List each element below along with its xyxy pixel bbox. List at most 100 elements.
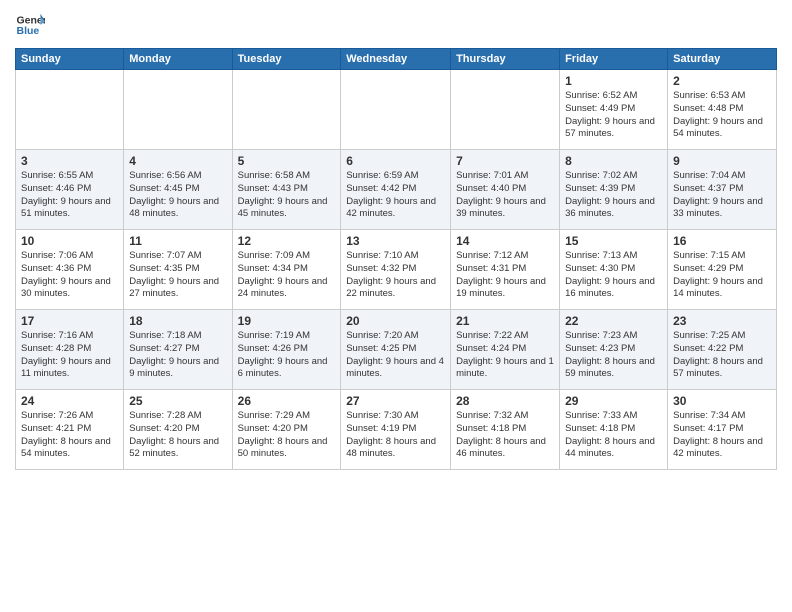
logo: General Blue <box>15 10 45 40</box>
calendar-cell: 14 Sunrise: 7:12 AM Sunset: 4:31 PM Dayli… <box>451 230 560 310</box>
day-info: Sunrise: 7:10 AM Sunset: 4:32 PM Dayligh… <box>346 250 445 301</box>
calendar-cell: 22 Sunrise: 7:23 AM Sunset: 4:23 PM Dayli… <box>560 310 668 390</box>
svg-text:Blue: Blue <box>17 25 40 37</box>
calendar-cell <box>16 70 124 150</box>
day-info: Sunrise: 7:34 AM Sunset: 4:17 PM Dayligh… <box>673 410 771 461</box>
calendar-cell: 25 Sunrise: 7:28 AM Sunset: 4:20 PM Dayli… <box>124 390 232 470</box>
calendar-cell <box>124 70 232 150</box>
calendar-cell: 18 Sunrise: 7:18 AM Sunset: 4:27 PM Dayli… <box>124 310 232 390</box>
calendar-cell: 24 Sunrise: 7:26 AM Sunset: 4:21 PM Dayli… <box>16 390 124 470</box>
calendar-cell: 28 Sunrise: 7:32 AM Sunset: 4:18 PM Dayli… <box>451 390 560 470</box>
calendar-cell: 26Sunrise: 7:29 AM Sunset: 4:20 PM Dayli… <box>232 390 341 470</box>
calendar-cell: 4 Sunrise: 6:56 AM Sunset: 4:45 PM Daylig… <box>124 150 232 230</box>
calendar-cell: 21Sunrise: 7:22 AM Sunset: 4:24 PM Dayli… <box>451 310 560 390</box>
day-info: Sunrise: 7:19 AM Sunset: 4:26 PM Dayligh… <box>238 330 336 381</box>
calendar-cell: 3Sunrise: 6:55 AM Sunset: 4:46 PM Daylig… <box>16 150 124 230</box>
day-info: Sunrise: 7:09 AM Sunset: 4:34 PM Dayligh… <box>238 250 336 301</box>
day-info: Sunrise: 7:15 AM Sunset: 4:29 PM Dayligh… <box>673 250 771 301</box>
column-header-thursday: Thursday <box>451 49 560 70</box>
calendar-week-4: 24 Sunrise: 7:26 AM Sunset: 4:21 PM Dayli… <box>16 390 777 470</box>
day-number: 1 <box>565 74 662 88</box>
calendar-cell: 19 Sunrise: 7:19 AM Sunset: 4:26 PM Dayli… <box>232 310 341 390</box>
calendar-week-2: 10 Sunrise: 7:06 AM Sunset: 4:36 PM Dayli… <box>16 230 777 310</box>
day-info: Sunrise: 7:32 AM Sunset: 4:18 PM Dayligh… <box>456 410 554 461</box>
day-number: 15 <box>565 234 662 248</box>
day-info: Sunrise: 7:18 AM Sunset: 4:27 PM Dayligh… <box>129 330 226 381</box>
day-number: 22 <box>565 314 662 328</box>
day-info: Sunrise: 7:20 AM Sunset: 4:25 PM Dayligh… <box>346 330 445 381</box>
day-number: 19 <box>238 314 336 328</box>
day-number: 10 <box>21 234 118 248</box>
day-number: 5 <box>238 154 336 168</box>
calendar-cell: 5 Sunrise: 6:58 AM Sunset: 4:43 PM Daylig… <box>232 150 341 230</box>
calendar-cell: 10 Sunrise: 7:06 AM Sunset: 4:36 PM Dayli… <box>16 230 124 310</box>
day-info: Sunrise: 7:23 AM Sunset: 4:23 PM Dayligh… <box>565 330 662 381</box>
day-number: 18 <box>129 314 226 328</box>
column-header-wednesday: Wednesday <box>341 49 451 70</box>
day-info: Sunrise: 7:06 AM Sunset: 4:36 PM Dayligh… <box>21 250 118 301</box>
day-info: Sunrise: 7:13 AM Sunset: 4:30 PM Dayligh… <box>565 250 662 301</box>
calendar-cell: 27 Sunrise: 7:30 AM Sunset: 4:19 PM Dayli… <box>341 390 451 470</box>
calendar-cell: 8Sunrise: 7:02 AM Sunset: 4:39 PM Daylig… <box>560 150 668 230</box>
calendar-cell <box>341 70 451 150</box>
logo-icon: General Blue <box>15 10 45 40</box>
day-info: Sunrise: 7:12 AM Sunset: 4:31 PM Dayligh… <box>456 250 554 301</box>
header: General Blue <box>15 10 777 40</box>
calendar-cell <box>451 70 560 150</box>
day-info: Sunrise: 7:28 AM Sunset: 4:20 PM Dayligh… <box>129 410 226 461</box>
calendar-cell: 7 Sunrise: 7:01 AM Sunset: 4:40 PM Daylig… <box>451 150 560 230</box>
day-number: 2 <box>673 74 771 88</box>
calendar-cell <box>232 70 341 150</box>
day-info: Sunrise: 6:59 AM Sunset: 4:42 PM Dayligh… <box>346 170 445 221</box>
day-number: 30 <box>673 394 771 408</box>
calendar-cell: 12 Sunrise: 7:09 AM Sunset: 4:34 PM Dayli… <box>232 230 341 310</box>
calendar-cell: 17Sunrise: 7:16 AM Sunset: 4:28 PM Dayli… <box>16 310 124 390</box>
day-number: 21 <box>456 314 554 328</box>
day-info: Sunrise: 7:29 AM Sunset: 4:20 PM Dayligh… <box>238 410 336 461</box>
day-number: 8 <box>565 154 662 168</box>
column-header-saturday: Saturday <box>668 49 777 70</box>
day-info: Sunrise: 7:16 AM Sunset: 4:28 PM Dayligh… <box>21 330 118 381</box>
calendar-cell: 1 Sunrise: 6:52 AM Sunset: 4:49 PM Daylig… <box>560 70 668 150</box>
day-number: 11 <box>129 234 226 248</box>
day-info: Sunrise: 6:55 AM Sunset: 4:46 PM Dayligh… <box>21 170 118 221</box>
day-info: Sunrise: 6:56 AM Sunset: 4:45 PM Dayligh… <box>129 170 226 221</box>
day-number: 24 <box>21 394 118 408</box>
day-number: 25 <box>129 394 226 408</box>
column-header-monday: Monday <box>124 49 232 70</box>
day-info: Sunrise: 7:04 AM Sunset: 4:37 PM Dayligh… <box>673 170 771 221</box>
day-number: 14 <box>456 234 554 248</box>
day-number: 7 <box>456 154 554 168</box>
day-info: Sunrise: 6:58 AM Sunset: 4:43 PM Dayligh… <box>238 170 336 221</box>
day-info: Sunrise: 7:25 AM Sunset: 4:22 PM Dayligh… <box>673 330 771 381</box>
day-number: 12 <box>238 234 336 248</box>
calendar-cell: 16 Sunrise: 7:15 AM Sunset: 4:29 PM Dayli… <box>668 230 777 310</box>
day-number: 20 <box>346 314 445 328</box>
day-info: Sunrise: 7:01 AM Sunset: 4:40 PM Dayligh… <box>456 170 554 221</box>
calendar-cell: 29 Sunrise: 7:33 AM Sunset: 4:18 PM Dayli… <box>560 390 668 470</box>
calendar-cell: 9Sunrise: 7:04 AM Sunset: 4:37 PM Daylig… <box>668 150 777 230</box>
day-info: Sunrise: 6:52 AM Sunset: 4:49 PM Dayligh… <box>565 90 662 141</box>
day-number: 28 <box>456 394 554 408</box>
calendar: SundayMondayTuesdayWednesdayThursdayFrid… <box>15 48 777 470</box>
day-number: 29 <box>565 394 662 408</box>
day-number: 16 <box>673 234 771 248</box>
calendar-cell: 13Sunrise: 7:10 AM Sunset: 4:32 PM Dayli… <box>341 230 451 310</box>
column-header-sunday: Sunday <box>16 49 124 70</box>
calendar-cell: 6 Sunrise: 6:59 AM Sunset: 4:42 PM Daylig… <box>341 150 451 230</box>
calendar-week-0: 1 Sunrise: 6:52 AM Sunset: 4:49 PM Daylig… <box>16 70 777 150</box>
day-info: Sunrise: 7:33 AM Sunset: 4:18 PM Dayligh… <box>565 410 662 461</box>
day-info: Sunrise: 7:30 AM Sunset: 4:19 PM Dayligh… <box>346 410 445 461</box>
day-number: 23 <box>673 314 771 328</box>
column-header-friday: Friday <box>560 49 668 70</box>
day-number: 6 <box>346 154 445 168</box>
calendar-cell: 30 Sunrise: 7:34 AM Sunset: 4:17 PM Dayli… <box>668 390 777 470</box>
page: General Blue SundayMondayTuesdayWednesda… <box>0 0 792 612</box>
day-number: 4 <box>129 154 226 168</box>
calendar-cell: 2Sunrise: 6:53 AM Sunset: 4:48 PM Daylig… <box>668 70 777 150</box>
day-info: Sunrise: 7:26 AM Sunset: 4:21 PM Dayligh… <box>21 410 118 461</box>
column-header-tuesday: Tuesday <box>232 49 341 70</box>
calendar-week-1: 3Sunrise: 6:55 AM Sunset: 4:46 PM Daylig… <box>16 150 777 230</box>
day-number: 27 <box>346 394 445 408</box>
calendar-cell: 20 Sunrise: 7:20 AM Sunset: 4:25 PM Dayli… <box>341 310 451 390</box>
